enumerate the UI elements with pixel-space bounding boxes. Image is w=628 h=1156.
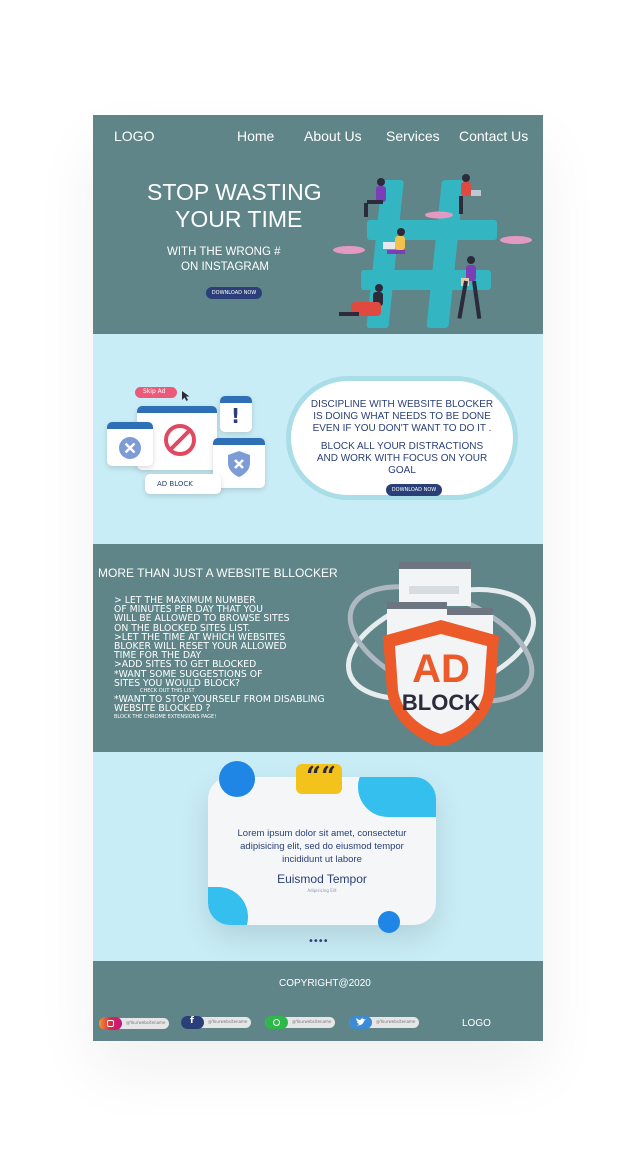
testimonial-text: Lorem ipsum dolor sit amet, consectetur …	[208, 827, 436, 866]
features-small-note: BLOCK THE CHROME EXTENSIONS PAGE!	[114, 714, 217, 721]
discipline-text: DISCIPLINE WITH WEBSITE BLOCKER IS DOING…	[289, 399, 515, 477]
discipline-line4: BLOCK ALL YOUR DISTRACTIONS	[320, 441, 484, 452]
ad-block-tab: AD BLOCK	[145, 474, 221, 494]
whatsapp-link[interactable]: @Yourwebsitename	[265, 1016, 335, 1029]
testimonial-line1: Lorem ipsum dolor sit amet, consectetur	[237, 828, 407, 839]
shield-block-text: BLOCK	[402, 690, 480, 715]
ad-block-tab-label: AD BLOCK	[157, 480, 193, 488]
discipline-line2: IS DOING WHAT NEEDS TO BE DONE	[313, 411, 491, 422]
skip-ad-badge[interactable]: Skip Ad	[135, 387, 177, 398]
features-title: MORE THAN JUST A WEBSITE BLLOCKER	[98, 566, 338, 580]
quote-mark: ““	[306, 762, 336, 792]
accent-dot-small	[378, 911, 400, 933]
whatsapp-icon	[265, 1016, 288, 1029]
nav-about-us[interactable]: About Us	[304, 128, 362, 144]
discipline-section: Skip Ad ! AD BLOCK DISCIPLINE WITH WEBSI…	[93, 334, 543, 544]
feature-line: WEBSITE BLOCKED ?	[114, 703, 211, 715]
instagram-link[interactable]: @Yourwebsitename	[99, 1017, 169, 1030]
facebook-link[interactable]: f @Yourwebsitename	[181, 1016, 251, 1029]
nav-contact-us[interactable]: Contact Us	[459, 128, 528, 144]
ad-block-shield-illustration: AD BLOCK	[346, 562, 536, 746]
features-section: MORE THAN JUST A WEBSITE BLLOCKER > LET …	[93, 544, 543, 752]
block-icon	[164, 424, 196, 456]
instagram-icon	[99, 1017, 122, 1030]
close-circle-icon	[119, 437, 141, 459]
testimonial-name: Euismod Tempor	[277, 872, 367, 886]
footer: COPYRIGHT@2020 @Yourwebsitename f @Yourw…	[93, 961, 543, 1041]
hero-subtitle-line1: WITH THE WRONG #	[167, 246, 281, 258]
accent-dot-large	[219, 761, 255, 797]
hero-download-button[interactable]: DOWNLOAD NOW	[206, 287, 262, 299]
twitter-link[interactable]: @Yourwebsitename	[349, 1016, 419, 1029]
header-logo[interactable]: LOGO	[114, 128, 154, 144]
testimonial-line3: incididunt ut labore	[282, 854, 362, 865]
discipline-line3: EVEN IF YOU DON'T WANT TO DO IT .	[312, 423, 492, 434]
hashtag-people-illustration	[333, 174, 532, 328]
features-list: > LET THE MAXIMUM NUMBER OF MINUTES PER …	[114, 596, 346, 722]
hero-subtitle-line2: ON INSTAGRAM	[181, 261, 269, 273]
skip-ad-label: Skip Ad	[143, 388, 166, 395]
hero-title-line2: YOUR TIME	[175, 206, 303, 232]
twitter-handle: @Yourwebsitename	[376, 1019, 416, 1024]
nav-services[interactable]: Services	[386, 128, 440, 144]
facebook-handle: @Yourwebsitename	[208, 1019, 248, 1024]
hero-title-line1: STOP WASTING	[147, 179, 322, 205]
copyright-text: COPYRIGHT@2020	[279, 978, 371, 989]
warning-window-card: !	[220, 396, 252, 432]
instagram-handle: @Yourwebsitename	[126, 1020, 166, 1025]
testimonial-line2: adipisicing elit, sed do eiusmod tempor	[240, 841, 404, 852]
discipline-download-button[interactable]: DOWNLOAD NOW	[386, 484, 442, 496]
close-window-card	[107, 422, 153, 466]
twitter-icon	[349, 1016, 372, 1029]
testimonial-section: ““ Lorem ipsum dolor sit amet, consectet…	[93, 752, 543, 961]
footer-logo[interactable]: LOGO	[462, 1018, 491, 1029]
nav-home[interactable]: Home	[237, 128, 274, 144]
cursor-icon	[182, 391, 190, 401]
landing-page: LOGO Home About Us Services Contact Us S…	[93, 115, 543, 1041]
feature-line: SITES YOU WOULD BLOCK?	[114, 677, 240, 689]
shield-x-icon	[228, 451, 250, 477]
shield-ad-text: AD	[412, 647, 470, 691]
carousel-dots[interactable]: ••••	[308, 936, 329, 947]
whatsapp-handle: @Yourwebsitename	[292, 1019, 332, 1024]
card-accent-top	[358, 777, 436, 817]
quote-icon: ““	[296, 762, 342, 794]
adblock-illustration: Skip Ad ! AD BLOCK	[105, 384, 270, 504]
discipline-line6: GOAL	[388, 465, 416, 476]
exclamation-icon: !	[231, 404, 241, 428]
discipline-line5: AND WORK WITH FOCUS ON YOUR	[316, 453, 488, 464]
hero-section: LOGO Home About Us Services Contact Us S…	[93, 115, 543, 334]
testimonial-role: Adipisicing Elit	[307, 888, 337, 893]
facebook-icon: f	[181, 1016, 204, 1029]
discipline-line1: DISCIPLINE WITH WEBSITE BLOCKER	[310, 399, 494, 410]
